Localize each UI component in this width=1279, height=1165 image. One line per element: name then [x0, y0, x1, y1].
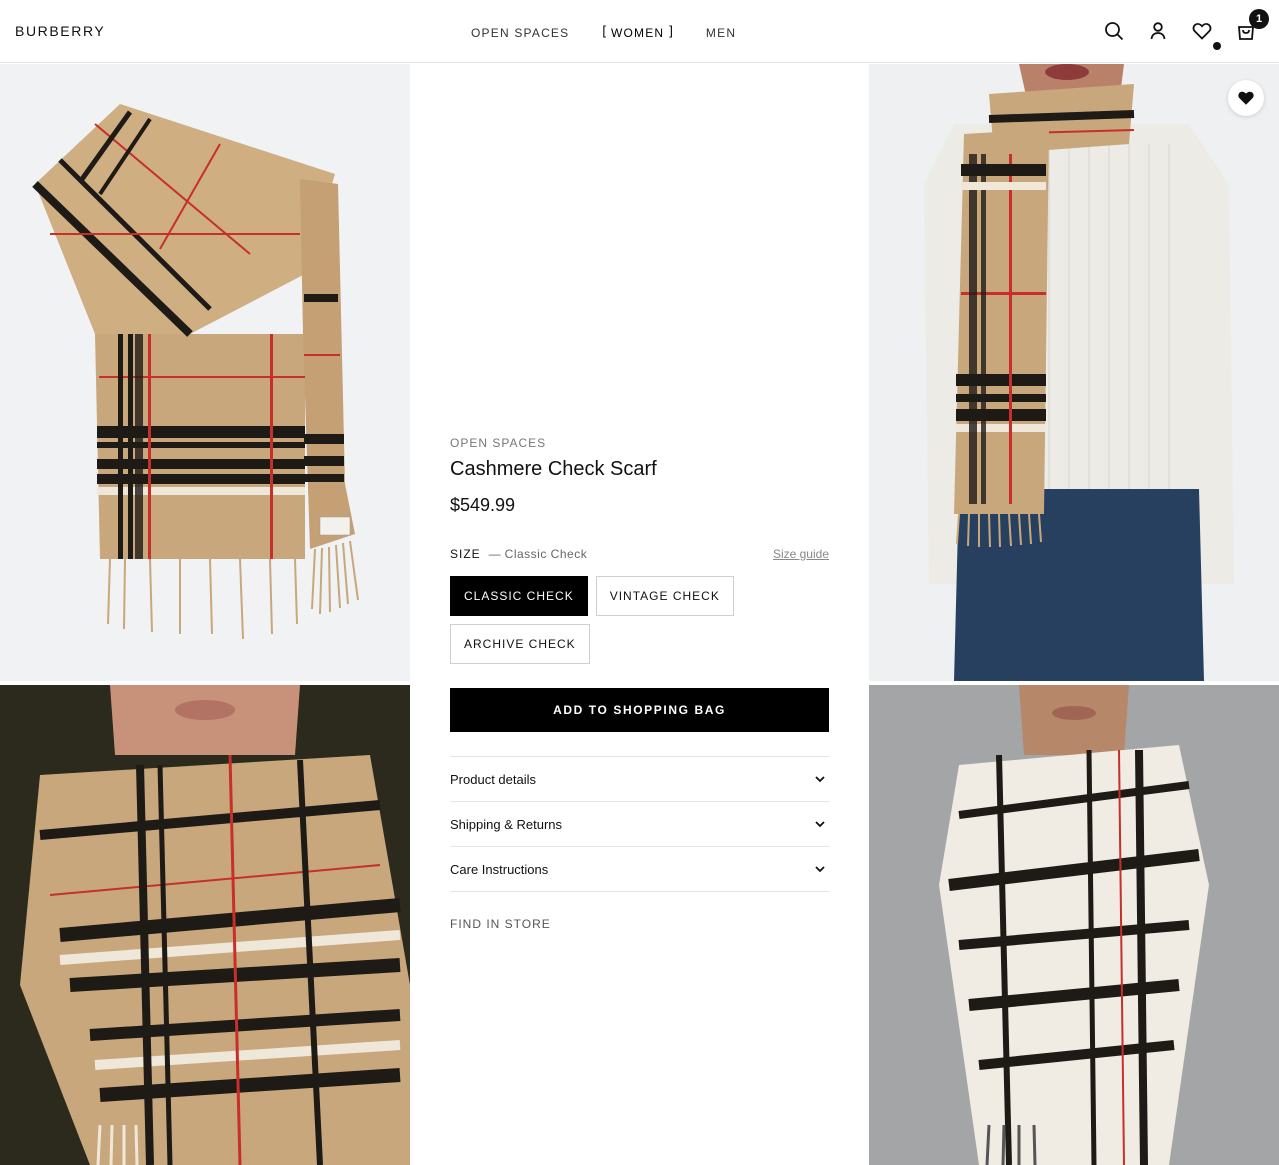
account-button[interactable]	[1145, 18, 1171, 44]
accordion-product-details[interactable]: Product details	[450, 757, 829, 802]
nav-women-active[interactable]: [ WOMEN ]	[602, 23, 673, 40]
header-icons: 1	[1083, 9, 1269, 50]
cream-variant-illustration	[869, 685, 1279, 1165]
product-image-model-sweater[interactable]	[869, 64, 1279, 681]
size-guide-link[interactable]: Size guide	[773, 547, 829, 561]
option-vintage-check[interactable]: VINTAGE CHECK	[595, 576, 734, 616]
nav-open-spaces[interactable]: OPEN SPACES	[471, 26, 569, 40]
bracket-close: ]	[669, 23, 673, 38]
scarf-flat-illustration	[32, 104, 359, 640]
product-image-closeup[interactable]	[0, 685, 410, 1165]
site-header: BURBERRY OPEN SPACES [ WOMEN ] MEN 1	[0, 0, 1279, 63]
accordion-label: Product details	[450, 771, 536, 787]
size-label: SIZE	[450, 547, 481, 561]
search-icon	[1105, 22, 1124, 41]
option-archive-check[interactable]: ARCHIVE CHECK	[450, 624, 590, 664]
nav-women[interactable]: WOMEN	[611, 26, 664, 40]
chevron-down-icon	[815, 821, 825, 828]
product-title: Cashmere Check Scarf	[450, 458, 657, 480]
model-sweater-illustration	[924, 64, 1234, 681]
size-dash: —	[488, 547, 501, 561]
product-image-cream-variant[interactable]	[869, 685, 1279, 1165]
wishlist-button[interactable]	[1189, 18, 1221, 50]
heart-filled-icon	[1238, 91, 1254, 105]
product-accordion: Product details Shipping & Returns Care …	[450, 756, 829, 892]
accordion-label: Care Instructions	[450, 861, 549, 877]
product-image-flat[interactable]	[0, 64, 410, 681]
size-header: SIZE — Classic Check Size guide	[450, 546, 829, 562]
search-button[interactable]	[1101, 18, 1127, 44]
accordion-shipping-returns[interactable]: Shipping & Returns	[450, 802, 829, 847]
favorite-toggle[interactable]	[1228, 80, 1264, 116]
size-selected-value: Classic Check	[504, 547, 588, 561]
closeup-camel-illustration	[0, 685, 410, 1165]
chevron-down-icon	[815, 866, 825, 873]
chevron-down-icon	[815, 776, 825, 783]
main-nav: OPEN SPACES [ WOMEN ] MEN	[471, 23, 769, 40]
find-in-store-link[interactable]: FIND IN STORE	[450, 917, 829, 931]
cart-count-badge: 1	[1249, 9, 1269, 29]
wishlist-indicator	[1213, 42, 1221, 50]
bag-button[interactable]: 1	[1233, 9, 1269, 44]
nav-men[interactable]: MEN	[706, 26, 736, 40]
product-price: $549.99	[450, 495, 516, 515]
accordion-label: Shipping & Returns	[450, 816, 563, 832]
product-brand[interactable]: OPEN SPACES	[450, 436, 829, 450]
product-info: OPEN SPACES Cashmere Check Scarf $549.99…	[450, 436, 829, 931]
brand-logo[interactable]: BURBERRY	[15, 23, 105, 39]
option-classic-check[interactable]: CLASSIC CHECK	[450, 576, 588, 616]
heart-icon	[1192, 23, 1212, 40]
add-to-bag-button[interactable]: ADD TO SHOPPING BAG	[450, 688, 829, 732]
account-icon	[1150, 22, 1166, 40]
size-options: CLASSIC CHECK VINTAGE CHECK ARCHIVE CHEC…	[450, 576, 750, 672]
bracket-open: [	[602, 23, 606, 38]
accordion-care-instructions[interactable]: Care Instructions	[450, 847, 829, 892]
